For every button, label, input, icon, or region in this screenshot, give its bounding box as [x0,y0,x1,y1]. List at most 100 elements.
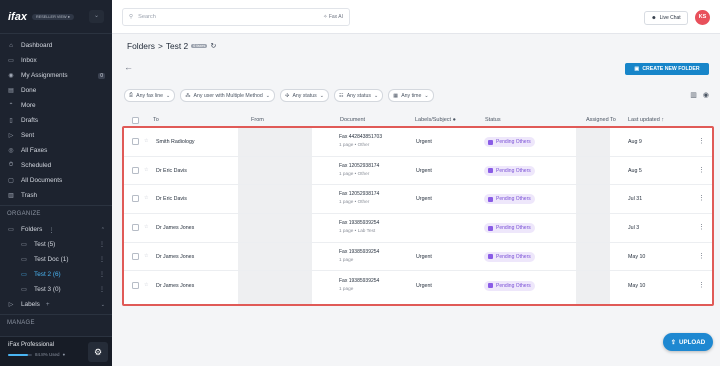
row-menu-icon[interactable]: ⋮ [698,137,705,145]
row-menu-icon[interactable]: ⋮ [698,281,705,289]
nav-trash[interactable]: ▥ Trash [0,188,112,203]
folder-icon: ▭ [21,242,27,248]
row-document[interactable]: Fax 12052938174 1 page • Other [339,163,379,176]
nav-my-assignments[interactable]: ◉ My Assignments 0 [0,68,112,83]
row-document[interactable]: Fax 19385939254 1 page [339,278,379,291]
row-checkbox[interactable] [132,252,139,260]
reseller-view-badge[interactable]: RESELLER VIEW ● [31,13,74,20]
star-icon[interactable]: ☆ [144,138,148,144]
folder-item-test[interactable]: ▭ Test (5) ⋮ [0,237,112,252]
create-new-folder-button[interactable]: ▣ CREATE NEW FOLDER [625,63,709,75]
select-all-checkbox[interactable] [132,117,139,124]
row-checkbox[interactable] [132,281,139,289]
star-icon[interactable]: ☆ [144,167,148,173]
nav-label: My Assignments [21,72,68,79]
filter-label: Any time [401,92,422,99]
status-filter[interactable]: ✣ Any status ⌄ [280,89,330,102]
fax-ai-button[interactable]: ✧ Fax AI [323,14,343,20]
folders-section[interactable]: ▭ Folders ⋮ ⌃ [0,222,112,237]
star-icon[interactable]: ☆ [144,224,148,230]
table-row[interactable]: ☆ Dr Eric Davis Fax 12052938174 1 page • … [124,185,712,215]
chevron-down-icon: ⌄ [319,92,325,99]
user-filter[interactable]: ⁂ Any user with Multiple Method ⌄ [180,89,276,102]
row-to: Dr James Jones [156,253,195,260]
chat-avatar-icon: ☻ [651,15,657,21]
columns-icon[interactable]: ▥ [690,91,697,99]
table-row[interactable]: ☆ Dr James Jones Fax 19385939254 1 page U… [124,272,712,301]
folders-menu-icon[interactable]: ⋮ [48,226,54,234]
filter-bar: ⎙ Any fax line ⌄ ⁂ Any user with Multiple M… [124,89,434,102]
folder-item-test-2[interactable]: ▭ Test 2 (6) ⋮ [0,267,112,282]
column-updated[interactable]: Last updated ↑ [628,117,664,123]
nav-all-documents[interactable]: ▢ All Documents [0,173,112,188]
pending-icon [488,196,493,202]
row-fax-number: Fax 442843851703 [339,134,383,140]
row-checkbox[interactable] [132,166,139,174]
upload-button[interactable]: ⇪ UPLOAD [663,333,713,351]
nav-scheduled[interactable]: ⏱ Scheduled [0,158,112,173]
row-checkbox[interactable] [132,224,139,232]
status-text: Pending Others [496,253,531,260]
add-label-icon[interactable]: + [46,301,50,308]
chevron-up-icon[interactable]: ⌃ [101,227,105,233]
labels-section[interactable]: ▷ Labels + ⌄ [0,297,112,312]
column-assigned[interactable]: Assigned To [586,117,616,123]
row-doc-meta: 1 page • Lab Test [339,228,376,234]
star-icon[interactable]: ☆ [144,282,148,288]
nav-all-faxes[interactable]: ◎ All Faxes [0,143,112,158]
column-to[interactable]: To [153,117,159,123]
nav-inbox[interactable]: ▭ Inbox [0,53,112,68]
folder-menu-icon[interactable]: ⋮ [99,241,105,248]
table-row[interactable]: ☆ Dr James Jones Fax 19385939254 1 page U… [124,243,712,272]
row-menu-icon[interactable]: ⋮ [698,252,705,260]
settings-gear-icon[interactable]: ⚙ [88,342,108,362]
live-chat-button[interactable]: ☻ Live Chat [644,11,688,25]
row-document[interactable]: Fax 442843851703 1 page • Other [339,134,382,147]
column-document[interactable]: Document [340,117,365,123]
nav-label: Inbox [21,57,37,64]
column-status[interactable]: Status [485,117,501,123]
row-fax-number: Fax 12052938174 [339,162,380,169]
row-document[interactable]: Fax 12052938174 1 page • Other [339,191,379,204]
table-row[interactable]: ☆ Dr James Jones Fax 19385939254 1 page •… [124,214,712,243]
users-icon: ⁂ [185,92,191,99]
column-labels[interactable]: Labels/Subject ● [415,117,456,123]
row-document[interactable]: Fax 19385939254 1 page • Lab Test [339,220,379,233]
breadcrumb-folders[interactable]: Folders [127,41,155,51]
row-checkbox[interactable] [132,195,139,203]
row-menu-icon[interactable]: ⋮ [698,194,705,202]
back-arrow-icon[interactable]: ← [124,62,133,72]
folder-menu-icon[interactable]: ⋮ [99,271,105,278]
row-menu-icon[interactable]: ⋮ [698,223,705,231]
folder-item-test-3[interactable]: ▭ Test 3 (0) ⋮ [0,282,112,297]
collapse-sidebar-button[interactable]: ⌄ [89,10,104,23]
nav-sent[interactable]: ▷ Sent [0,128,112,143]
nav-dashboard[interactable]: ⌂ Dashboard [0,38,112,53]
time-filter[interactable]: ▦ Any time ⌄ [388,89,434,102]
nav-more[interactable]: ⌃ More [0,98,112,113]
chevron-down-icon[interactable]: ⌄ [101,302,105,308]
row-document[interactable]: Fax 19385939254 1 page [339,249,379,262]
filter-label: Any status [292,92,317,99]
column-from[interactable]: From [251,117,264,123]
table-row[interactable]: ☆ Dr Eric Davis Fax 12052938174 1 page • … [124,157,712,186]
upload-icon: ⇪ [670,338,677,346]
row-checkbox[interactable] [132,138,139,145]
table-row[interactable]: ☆ Smith Radiology Fax 442843851703 1 page… [124,128,712,157]
folder-menu-icon[interactable]: ⋮ [99,256,105,263]
star-icon[interactable]: ☆ [144,253,148,259]
refresh-icon[interactable]: ↻ [210,42,216,50]
nav-drafts[interactable]: ▯ Drafts [0,113,112,128]
nav-done[interactable]: ▤ Done [0,83,112,98]
status-filter-2[interactable]: ☷ Any status ⌄ [334,89,384,102]
search-input[interactable]: ⚲ Search ✧ Fax AI [122,8,350,26]
chevron-down-icon: ⌄ [373,92,379,99]
user-avatar[interactable]: KS [695,10,710,25]
folder-menu-icon[interactable]: ⋮ [99,286,105,293]
row-menu-icon[interactable]: ⋮ [698,166,705,174]
visibility-icon[interactable]: ◉ [703,91,709,99]
plan-panel: iFax Professional 84.8% Used ● ⚙ [0,336,112,366]
fax-line-filter[interactable]: ⎙ Any fax line ⌄ [124,89,176,102]
star-icon[interactable]: ☆ [144,195,148,201]
folder-item-test-doc[interactable]: ▭ Test Doc (1) ⋮ [0,252,112,267]
